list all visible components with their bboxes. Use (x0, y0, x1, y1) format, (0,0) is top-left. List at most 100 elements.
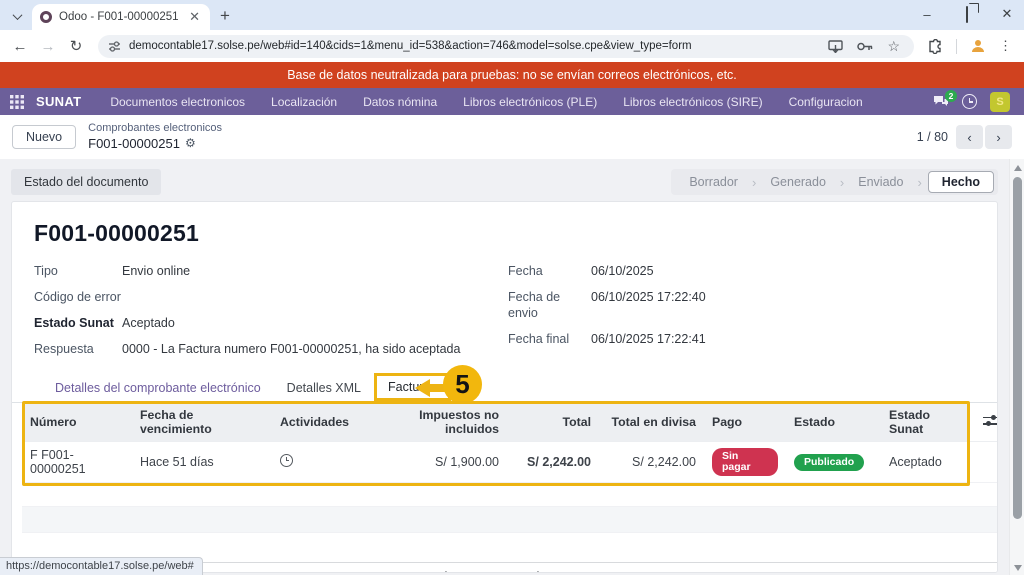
browser-tab[interactable]: Odoo - F001-00000251 ✕ (32, 4, 210, 30)
stage-enviado[interactable]: Enviado (844, 175, 917, 189)
activity-clock-icon[interactable] (280, 454, 293, 467)
table-row[interactable]: F F001-00000251 Hace 51 días S/ 1,900.00… (22, 442, 998, 483)
field-fecha: Fecha 06/10/2025 (508, 263, 997, 279)
profile-avatar-icon[interactable] (970, 38, 986, 54)
cell-actividades[interactable] (272, 442, 372, 483)
breadcrumb-parent[interactable]: Comprobantes electronicos (88, 122, 222, 136)
vertical-scrollbar[interactable] (1009, 159, 1024, 575)
col-numero[interactable]: Número (22, 403, 132, 442)
browser-tab-title: Odoo - F001-00000251 (59, 11, 180, 23)
breadcrumb-current: F001-00000251 (88, 136, 180, 152)
status-bar-link: https://democontable17.solse.pe/web# (0, 557, 203, 575)
app-brand[interactable]: SUNAT (36, 94, 81, 109)
field-value[interactable]: Aceptado (122, 315, 175, 331)
close-button[interactable]: ✕ (1000, 6, 1014, 22)
field-codigo-error: Código de error (34, 289, 508, 305)
col-pago[interactable]: Pago (704, 403, 786, 442)
cell-estado[interactable]: Publicado (786, 442, 881, 483)
cell-total-divisa[interactable]: S/ 2,242.00 (599, 442, 704, 483)
field-label: Código de error (34, 289, 122, 305)
status-pipeline: Borrador › Generado › Enviado › Hecho (671, 169, 998, 195)
browser-menu-icon[interactable]: ⋮ (999, 38, 1012, 54)
table-header-row: Número Fecha de vencimiento Actividades … (22, 403, 998, 442)
password-key-icon[interactable] (857, 41, 873, 52)
col-impuestos[interactable]: Impuestos no incluidos (372, 403, 507, 442)
forward-button[interactable]: → (36, 38, 60, 55)
pager-previous-button[interactable]: ‹ (956, 125, 983, 149)
estado-badge: Publicado (794, 454, 864, 471)
neutralized-db-banner: Base de datos neutralizada para pruebas:… (0, 62, 1024, 88)
col-total-divisa[interactable]: Total en divisa (599, 403, 704, 442)
stage-hecho-active[interactable]: Hecho (928, 171, 994, 193)
col-actividades[interactable]: Actividades (272, 403, 372, 442)
tab-detalles-xml[interactable]: Detalles XML (274, 374, 374, 402)
new-tab-button[interactable]: + (220, 6, 230, 26)
nav-item-datos-nomina[interactable]: Datos nómina (352, 95, 448, 109)
cell-total[interactable]: S/ 2,242.00 (507, 442, 599, 483)
cell-vencimiento[interactable]: Hace 51 días (132, 442, 272, 483)
reload-button[interactable]: ↻ (64, 37, 88, 55)
field-value[interactable]: 06/10/2025 17:22:40 (591, 289, 706, 321)
empty-row (22, 483, 998, 507)
tab-close-icon[interactable]: ✕ (187, 9, 202, 25)
tab-facturas-active[interactable]: Facturas (374, 373, 451, 401)
minimize-button[interactable]: – (920, 7, 934, 22)
col-total[interactable]: Total (507, 403, 599, 442)
cell-estado-sunat[interactable]: Aceptado (881, 442, 970, 483)
gear-icon[interactable]: ⚙ (185, 136, 196, 151)
app-window: Odoo - F001-00000251 ✕ + – ✕ ← → ↻ democ… (0, 0, 1024, 575)
nav-item-libros-sire[interactable]: Libros electrónicos (SIRE) (612, 95, 773, 109)
pager-next-button[interactable]: › (985, 125, 1012, 149)
document-card: F001-00000251 Tipo Envio online Código d… (11, 201, 998, 573)
nav-item-localizacion[interactable]: Localización (260, 95, 348, 109)
window-controls: – ✕ (920, 6, 1014, 22)
nav-item-libros-ple[interactable]: Libros electrónicos (PLE) (452, 95, 608, 109)
apps-grid-icon[interactable] (10, 95, 24, 109)
col-estado[interactable]: Estado (786, 403, 881, 442)
scrollbar-thumb[interactable] (1013, 177, 1022, 519)
field-value[interactable]: 06/10/2025 17:22:41 (591, 331, 706, 347)
new-button[interactable]: Nuevo (12, 125, 76, 149)
extensions-icon[interactable] (928, 39, 943, 54)
column-options-icon[interactable] (983, 415, 998, 427)
send-to-device-icon[interactable] (828, 40, 843, 53)
tab-detalles-comprobante[interactable]: Detalles del comprobante electrónico (42, 374, 274, 402)
col-estado-sunat[interactable]: Estado Sunat (881, 403, 970, 442)
bookmark-star-icon[interactable]: ☆ (887, 38, 900, 55)
cell-impuestos[interactable]: S/ 1,900.00 (372, 442, 507, 483)
url-text: democontable17.solse.pe/web#id=140&cids=… (129, 40, 692, 52)
scroll-down-icon[interactable] (1014, 565, 1022, 571)
field-estado-sunat: Estado Sunat Aceptado (34, 315, 508, 331)
address-bar[interactable]: democontable17.solse.pe/web#id=140&cids=… (98, 35, 914, 58)
nav-item-documentos[interactable]: Documentos electronicos (99, 95, 256, 109)
field-respuesta: Respuesta 0000 - La Factura numero F001-… (34, 341, 508, 357)
restore-button[interactable] (960, 7, 974, 22)
stage-borrador[interactable]: Borrador (675, 175, 752, 189)
cell-numero[interactable]: F F001-00000251 (22, 442, 132, 483)
activity-clock-icon[interactable] (962, 94, 977, 109)
field-value[interactable]: 0000 - La Factura numero F001-00000251, … (122, 341, 460, 357)
app-navbar: SUNAT Documentos electronicos Localizaci… (0, 88, 1024, 115)
user-avatar[interactable]: S (990, 92, 1010, 112)
notebook-tabs: Detalles del comprobante electrónico Det… (12, 373, 997, 403)
toolbar-separator (956, 39, 957, 54)
stage-generado[interactable]: Generado (756, 175, 840, 189)
field-value[interactable]: 06/10/2025 (591, 263, 654, 279)
total-impuestos: S/ 1,900.00 (372, 563, 507, 573)
chat-badge: 2 (945, 90, 957, 102)
site-settings-icon[interactable] (108, 40, 121, 53)
stage-separator: › (917, 175, 921, 190)
field-value[interactable]: Envio online (122, 263, 190, 279)
back-button[interactable]: ← (8, 38, 32, 55)
tab-search-button[interactable] (8, 7, 26, 25)
cell-pago[interactable]: Sin pagar (704, 442, 786, 483)
pager-count: 1 / 80 (917, 130, 948, 144)
field-fecha-final: Fecha final 06/10/2025 17:22:41 (508, 331, 997, 347)
col-vencimiento[interactable]: Fecha de vencimiento (132, 403, 272, 442)
browser-tabstrip: Odoo - F001-00000251 ✕ + – ✕ (0, 0, 1024, 30)
estado-documento-button[interactable]: Estado del documento (11, 169, 161, 195)
chat-button[interactable]: 2 (933, 95, 949, 108)
nav-item-configuracion[interactable]: Configuracion (778, 95, 874, 109)
empty-row (22, 507, 998, 533)
scroll-up-icon[interactable] (1014, 165, 1022, 171)
